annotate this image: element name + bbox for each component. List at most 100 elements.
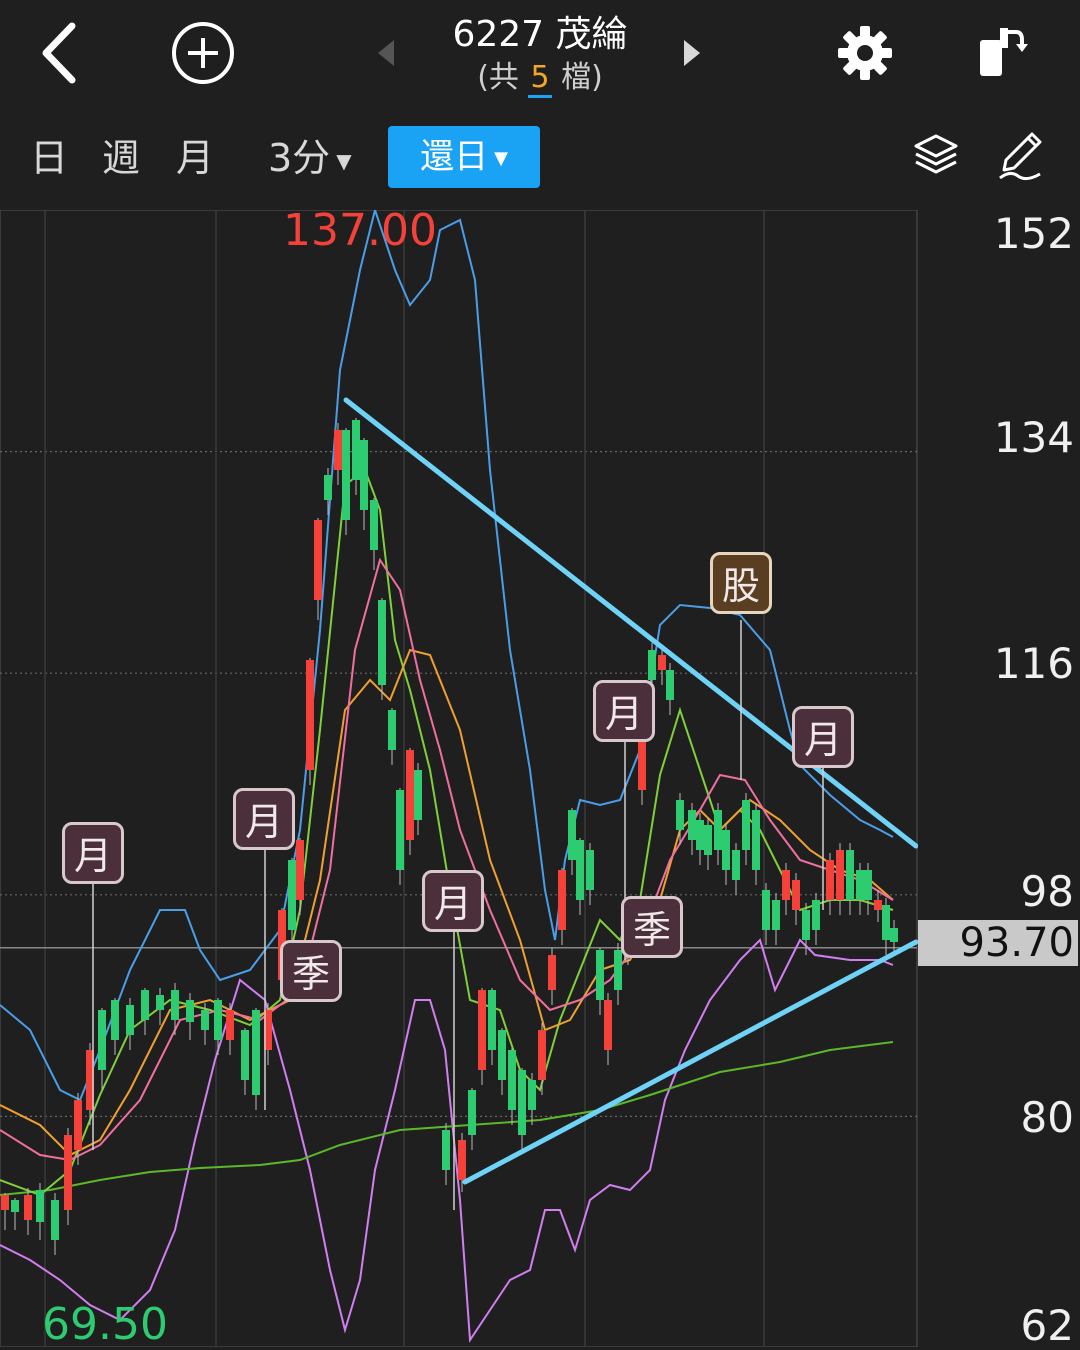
ascending-trendline [462, 939, 918, 1185]
candle-body [388, 710, 396, 750]
candle-body [458, 1140, 466, 1180]
candle-body [846, 850, 854, 900]
add-stock-icon[interactable] [170, 20, 236, 86]
candle-body [826, 860, 834, 900]
candle-body [508, 1050, 516, 1110]
stock-title-block[interactable]: 6227 茂綸 (共 5 檔) [420, 12, 660, 98]
candle-body [126, 1005, 134, 1035]
candle-body [518, 1070, 526, 1135]
event-badge-month[interactable]: 月 [62, 822, 124, 884]
candle-body [342, 430, 350, 520]
candle-body [696, 820, 704, 850]
candle-body [488, 990, 496, 1050]
axis-tick-label: 116 [993, 639, 1074, 688]
candle-body [890, 928, 898, 942]
axis-tick-label: 62 [1020, 1301, 1074, 1350]
candle-body [802, 910, 810, 940]
period-month-tab[interactable]: 月 [176, 136, 214, 180]
candle-body [360, 440, 368, 510]
candle-body [528, 1080, 536, 1110]
k-line-chart[interactable] [0, 210, 918, 1347]
candle-body [836, 850, 844, 900]
axis-tick-label: 152 [993, 209, 1074, 258]
layers-icon[interactable] [912, 132, 960, 180]
period-week-tab[interactable]: 週 [102, 136, 140, 180]
draw-pen-icon[interactable] [996, 130, 1044, 182]
candle-body [596, 950, 604, 1000]
candle-body [548, 955, 556, 990]
candle-body [856, 870, 864, 900]
period-3min-dropdown[interactable]: 3分 ▼ [268, 136, 352, 183]
candle-body [478, 990, 486, 1070]
candle-body [772, 900, 780, 930]
candle-body [568, 810, 576, 860]
candle-body [882, 905, 890, 940]
restore-daily-dropdown[interactable]: 還日 ▼ [388, 126, 540, 188]
candle-body [306, 660, 314, 770]
candle-body [406, 750, 414, 840]
current-price-marker: 93.70 [918, 920, 1078, 966]
candle-body [36, 1190, 44, 1222]
candle-body [51, 1200, 59, 1240]
candle-body [314, 520, 322, 600]
candle-body [156, 995, 164, 1010]
stock-title: 6227 茂綸 [452, 14, 628, 55]
candle-body [111, 1000, 119, 1040]
candle-body [186, 1000, 194, 1022]
event-badge-month[interactable]: 月 [233, 788, 295, 850]
candle-body [334, 430, 342, 470]
candle-body [414, 770, 422, 820]
candle-body [324, 475, 332, 500]
candle-body [688, 810, 696, 840]
candle-body [792, 880, 800, 910]
event-badge-month[interactable]: 月 [792, 706, 854, 768]
candle-body [762, 890, 770, 930]
bollinger-upper-line [0, 210, 894, 1102]
candle-body [742, 800, 750, 850]
candle-body [874, 900, 882, 910]
candle-body [714, 810, 722, 850]
restore-daily-label: 還日 [420, 137, 489, 177]
period-low-label: 69.50 [42, 1299, 168, 1350]
candle-body [648, 650, 656, 680]
candle-body [11, 1200, 19, 1212]
top-bar: 6227 茂綸 (共 5 檔) [0, 0, 1080, 112]
event-badge-month[interactable]: 月 [593, 680, 655, 742]
candle-body [378, 600, 386, 685]
trendlines [343, 397, 918, 1185]
candle-body [604, 1000, 612, 1050]
event-badge-dividend[interactable]: 股 [710, 552, 772, 614]
candle-body [226, 1010, 234, 1040]
back-arrow-icon[interactable] [30, 18, 90, 88]
candle-body [538, 1030, 546, 1080]
event-badge-month[interactable]: 月 [422, 870, 484, 932]
gear-icon[interactable] [836, 24, 894, 82]
event-badge-quarter[interactable]: 季 [280, 940, 342, 1002]
event-badge-quarter[interactable]: 季 [621, 896, 683, 958]
prev-stock-icon[interactable] [372, 38, 400, 68]
candle-body [201, 1010, 209, 1030]
candle-body [252, 1010, 260, 1095]
candle-body [658, 655, 666, 670]
candle-body [296, 840, 304, 900]
price-axis: 152 134 116 98 80 62 [918, 209, 1080, 1350]
candle-body [352, 420, 360, 480]
chevron-down-icon: ▼ [494, 147, 508, 169]
candle-body [614, 950, 622, 990]
period-high-label: 137.00 [283, 205, 437, 256]
candle-body [576, 840, 584, 900]
axis-tick-label: 134 [993, 413, 1074, 462]
period-day-tab[interactable]: 日 [30, 136, 68, 180]
next-stock-icon[interactable] [678, 38, 706, 68]
count-prefix: (共 [477, 60, 519, 95]
chevron-down-icon: ▼ [336, 148, 352, 173]
candle-body [666, 670, 674, 700]
rotate-screen-icon[interactable] [972, 22, 1030, 84]
candle-body [586, 850, 594, 890]
candle-body [214, 1000, 222, 1040]
axis-tick-label: 80 [1020, 1093, 1074, 1142]
period-3min-label: 3分 [268, 136, 331, 180]
count-suffix: 檔) [561, 60, 603, 95]
axis-tick-label: 98 [1020, 867, 1074, 916]
candle-body [24, 1195, 32, 1220]
